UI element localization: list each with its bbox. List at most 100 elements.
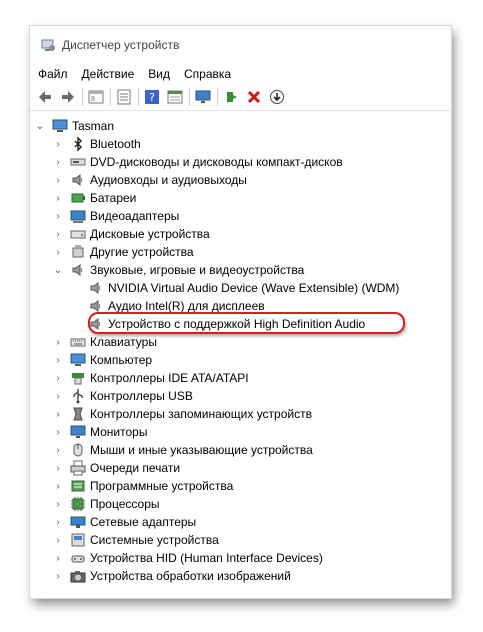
- list-icon[interactable]: [115, 88, 133, 106]
- tree-child-item[interactable]: NVIDIA Virtual Audio Device (Wave Extens…: [30, 279, 451, 297]
- tree-item-label: Очереди печати: [90, 461, 181, 475]
- tree-item[interactable]: ⌄ Звуковые, игровые и видеоустройства: [30, 261, 451, 279]
- toolbar-separator: [110, 88, 111, 106]
- toolbar-separator: [217, 88, 218, 106]
- collapsed-chevron-icon[interactable]: ›: [52, 426, 64, 438]
- tree-root[interactable]: ⌄ Tasman: [30, 117, 451, 135]
- collapsed-chevron-icon[interactable]: ›: [52, 516, 64, 528]
- hid-icon: [70, 550, 86, 566]
- window-title: Диспетчер устройств: [62, 38, 180, 52]
- tree-item[interactable]: › Компьютер: [30, 351, 451, 369]
- tree-item-label: Tasman: [72, 119, 115, 133]
- mouse-icon: [70, 442, 86, 458]
- expanded-chevron-icon[interactable]: ⌄: [52, 264, 64, 276]
- toolbar-separator: [189, 88, 190, 106]
- device-manager-window: Диспетчер устройств Файл Действие Вид Сп…: [30, 26, 451, 598]
- collapsed-chevron-icon[interactable]: ›: [52, 534, 64, 546]
- tree-item-label: Bluetooth: [90, 137, 141, 151]
- collapsed-chevron-icon[interactable]: ›: [52, 210, 64, 222]
- keyboard-icon: [70, 334, 86, 350]
- properties-view-icon[interactable]: [87, 88, 105, 106]
- collapsed-chevron-icon[interactable]: ›: [52, 408, 64, 420]
- collapsed-chevron-icon[interactable]: ›: [52, 372, 64, 384]
- download-icon[interactable]: [268, 88, 286, 106]
- tree-item[interactable]: › Дисковые устройства: [30, 225, 451, 243]
- tree-item[interactable]: › Другие устройства: [30, 243, 451, 261]
- collapsed-chevron-icon[interactable]: ›: [52, 336, 64, 348]
- grid-icon[interactable]: [166, 88, 184, 106]
- tree-item[interactable]: › Контроллеры запоминающих устройств: [30, 405, 451, 423]
- update-driver-icon[interactable]: [222, 88, 240, 106]
- collapsed-chevron-icon[interactable]: ›: [52, 228, 64, 240]
- tree-item[interactable]: › Системные устройства: [30, 531, 451, 549]
- collapsed-chevron-icon[interactable]: ›: [52, 246, 64, 258]
- uninstall-icon[interactable]: [245, 88, 263, 106]
- tree-item[interactable]: › Мониторы: [30, 423, 451, 441]
- menu-view[interactable]: Вид: [148, 67, 170, 81]
- tree-item-label: Мыши и иные указывающие устройства: [90, 443, 313, 457]
- tree-item[interactable]: › Контроллеры IDE ATA/ATAPI: [30, 369, 451, 387]
- collapsed-chevron-icon[interactable]: ›: [52, 570, 64, 582]
- help-icon[interactable]: ?: [143, 88, 161, 106]
- svg-text:?: ?: [149, 91, 155, 104]
- tree-item[interactable]: › Клавиатуры: [30, 333, 451, 351]
- tree-item-label: Батареи: [90, 191, 137, 205]
- back-icon[interactable]: [36, 88, 54, 106]
- collapsed-chevron-icon[interactable]: ›: [52, 552, 64, 564]
- bluetooth-icon: [70, 136, 86, 152]
- collapsed-chevron-icon[interactable]: ›: [52, 174, 64, 186]
- tree-item[interactable]: › Программные устройства: [30, 477, 451, 495]
- tree-item[interactable]: › Сетевые адаптеры: [30, 513, 451, 531]
- tree-item[interactable]: › Устройства HID (Human Interface Devices…: [30, 549, 451, 567]
- tree-item-label: Компьютер: [90, 353, 153, 367]
- tree-child-item[interactable]: Устройство с поддержкой High Definition …: [30, 312, 451, 334]
- tree-item-label: Контроллеры IDE ATA/ATAPI: [90, 371, 249, 385]
- expanded-chevron-icon[interactable]: ⌄: [34, 120, 46, 132]
- tree-item[interactable]: › Видеоадаптеры: [30, 207, 451, 225]
- collapsed-chevron-icon[interactable]: ›: [52, 192, 64, 204]
- computer-icon: [70, 352, 86, 368]
- tree-item-label: NVIDIA Virtual Audio Device (Wave Extens…: [108, 281, 400, 295]
- menu-file[interactable]: Файл: [38, 67, 68, 81]
- monitor-icon[interactable]: [194, 88, 212, 106]
- collapsed-chevron-icon[interactable]: ›: [52, 156, 64, 168]
- software-device-icon: [70, 478, 86, 494]
- tree-item[interactable]: › Очереди печати: [30, 459, 451, 477]
- forward-icon[interactable]: [59, 88, 77, 106]
- network-icon: [70, 514, 86, 530]
- tree-item-label: Устройства обработки изображений: [90, 569, 291, 583]
- menu-help[interactable]: Справка: [184, 67, 231, 81]
- tree-item[interactable]: › Контроллеры USB: [30, 387, 451, 405]
- tree-item-label: Процессоры: [90, 497, 160, 511]
- tree-item[interactable]: › DVD-дисководы и дисководы компакт-диско…: [30, 153, 451, 171]
- menu-bar: Файл Действие Вид Справка: [30, 64, 451, 84]
- processor-icon: [70, 496, 86, 512]
- tree-item[interactable]: › Устройства обработки изображений: [30, 567, 451, 585]
- usb-icon: [70, 388, 86, 404]
- tree-item[interactable]: › Батареи: [30, 189, 451, 207]
- collapsed-chevron-icon[interactable]: ›: [52, 480, 64, 492]
- tree-item-label: Видеоадаптеры: [90, 209, 180, 223]
- other-device-icon: [70, 244, 86, 260]
- collapsed-chevron-icon[interactable]: ›: [52, 498, 64, 510]
- dvd-icon: [70, 154, 86, 170]
- tree-item[interactable]: › Аудиовходы и аудиовыходы: [30, 171, 451, 189]
- tree-item-label: Программные устройства: [90, 479, 234, 493]
- system-device-icon: [70, 532, 86, 548]
- display-adapter-icon: [70, 208, 86, 224]
- tree-item-label: Устройства HID (Human Interface Devices): [90, 551, 323, 565]
- collapsed-chevron-icon[interactable]: ›: [52, 390, 64, 402]
- tree-item[interactable]: › Мыши и иные указывающие устройства: [30, 441, 451, 459]
- menu-action[interactable]: Действие: [82, 67, 135, 81]
- tree-item-label: Контроллеры USB: [90, 389, 193, 403]
- title-bar[interactable]: Диспетчер устройств: [30, 26, 451, 64]
- printer-icon: [70, 460, 86, 476]
- collapsed-chevron-icon[interactable]: ›: [52, 138, 64, 150]
- tree-item[interactable]: › Процессоры: [30, 495, 451, 513]
- collapsed-chevron-icon[interactable]: ›: [52, 462, 64, 474]
- collapsed-chevron-icon[interactable]: ›: [52, 444, 64, 456]
- tree-item[interactable]: › Bluetooth: [30, 135, 451, 153]
- collapsed-chevron-icon[interactable]: ›: [52, 354, 64, 366]
- tree-item-label: Клавиатуры: [90, 335, 157, 349]
